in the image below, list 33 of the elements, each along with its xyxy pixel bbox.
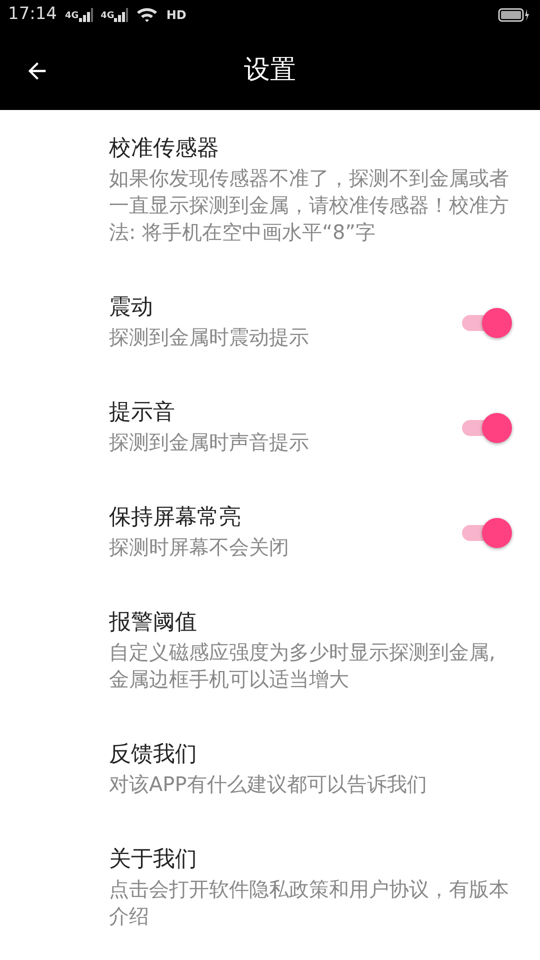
settings-item[interactable]: 报警阈值 自定义磁感应强度为多少时显示探测到金属,金属边框手机可以适当增大 bbox=[0, 584, 540, 716]
settings-item[interactable]: 校准传感器 如果你发现传感器不准了，探测不到金属或者一直显示探测到金属，请校准传感器！校准方法: 将手机在空中画水平“8”字 bbox=[0, 110, 540, 269]
toggle-switch[interactable] bbox=[460, 410, 512, 442]
battery-icon bbox=[498, 8, 530, 22]
setting-description: 如果你发现传感器不准了，探测不到金属或者一直显示探测到金属，请校准传感器！校准方法: 将手机在空中画水平“8”字 bbox=[109, 165, 509, 246]
setting-title: 震动 bbox=[109, 294, 154, 322]
setting-description: 自定义磁感应强度为多少时显示探测到金属,金属边框手机可以适当增大 bbox=[109, 639, 496, 693]
setting-description: 探测到金属时震动提示 bbox=[109, 324, 310, 351]
wifi-icon bbox=[136, 7, 158, 23]
setting-title: 保持屏幕常亮 bbox=[109, 504, 242, 532]
network-type-label: 4G bbox=[100, 12, 114, 21]
screen-title: 设置 bbox=[244, 54, 296, 86]
setting-title: 关于我们 bbox=[109, 846, 198, 874]
toggle-switch[interactable] bbox=[460, 306, 512, 338]
setting-title: 提示音 bbox=[109, 399, 176, 427]
setting-description: 探测到金属时声音提示 bbox=[109, 429, 310, 456]
setting-description: 点击会打开软件隐私政策和用户协议，有版本介绍 bbox=[109, 876, 509, 930]
settings-item[interactable]: 保持屏幕常亮 探测时屏幕不会关闭 bbox=[0, 479, 540, 584]
hd-label: HD bbox=[166, 7, 186, 24]
status-time: 17:14 bbox=[8, 3, 57, 26]
toggle-switch[interactable] bbox=[460, 516, 512, 548]
signal-icon bbox=[114, 8, 128, 22]
signal-icon bbox=[78, 8, 93, 22]
setting-description: 探测时屏幕不会关闭 bbox=[109, 534, 290, 561]
setting-description: 对该APP有什么建议都可以告诉我们 bbox=[109, 771, 428, 798]
settings-item[interactable]: 反馈我们 对该APP有什么建议都可以告诉我们 bbox=[0, 716, 540, 821]
network-type-label: 4G bbox=[65, 12, 79, 21]
setting-title: 反馈我们 bbox=[109, 741, 198, 769]
settings-item[interactable]: 关于我们 点击会打开软件隐私政策和用户协议，有版本介绍 bbox=[0, 821, 540, 953]
settings-item[interactable]: 震动 探测到金属时震动提示 bbox=[0, 269, 540, 374]
settings-item[interactable]: 提示音 探测到金属时声音提示 bbox=[0, 374, 540, 479]
setting-title: 校准传感器 bbox=[109, 135, 220, 163]
setting-title: 报警阈值 bbox=[109, 609, 198, 637]
